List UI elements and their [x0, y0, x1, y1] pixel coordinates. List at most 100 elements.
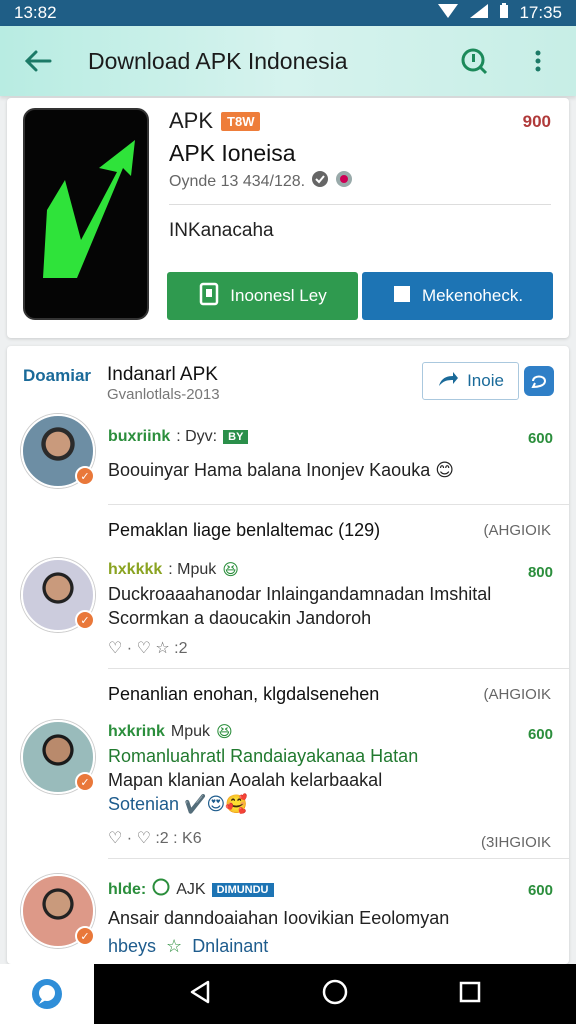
- divider: [108, 858, 569, 859]
- app-name-row: APK T8W: [169, 108, 261, 134]
- review-score: 600: [527, 430, 553, 447]
- divider: [108, 668, 569, 669]
- star-icon: ☆: [166, 936, 183, 956]
- grin-emoji-icon: 😆: [216, 724, 233, 741]
- avatar[interactable]: ✓: [21, 874, 95, 948]
- review-text-line2: Mapan klanian Aoalah kelarbaakal: [108, 770, 383, 790]
- divider: [108, 504, 569, 505]
- review-stars-rest: : Mpuk: [168, 561, 217, 578]
- signal-icon: [469, 3, 489, 24]
- nav-recents-icon[interactable]: [459, 981, 481, 1008]
- review-badge: BY: [223, 430, 249, 444]
- chat-share-icon[interactable]: [524, 366, 554, 396]
- review-text-line2-body: hbeys: [108, 936, 157, 956]
- review-actions[interactable]: ♡ · ♡ ☆ :2: [108, 638, 187, 658]
- search-icon[interactable]: [454, 41, 494, 81]
- install-button[interactable]: Inoonesl Ley: [167, 272, 358, 320]
- grin-emoji-icon: 😆: [222, 562, 239, 579]
- review-text-line3: Sotenian ✔️😍🥰: [108, 792, 549, 816]
- review-text-line1: Romanluahratl Randaiayakanaa Hatan: [108, 746, 419, 766]
- review-date: (AHGIOIK: [483, 686, 551, 703]
- checkbox-icon: [392, 284, 412, 309]
- reviews-subtitle: Gvanlotlals-2013: [107, 386, 220, 403]
- review-date: (AHGIOIK: [483, 522, 551, 539]
- nav-home-icon[interactable]: [322, 979, 348, 1010]
- secondary-button[interactable]: Mekenoheck.: [362, 272, 553, 320]
- chat-fab[interactable]: [0, 964, 94, 1024]
- verified-check-icon: ✓: [75, 466, 95, 486]
- verified-check-icon: ✓: [75, 926, 95, 946]
- download-icon: [198, 282, 220, 311]
- invite-button[interactable]: Inoie: [422, 362, 519, 400]
- app-logo-icon: [43, 140, 135, 278]
- more-vert-icon[interactable]: [518, 41, 558, 81]
- app-count: 900: [522, 112, 551, 131]
- review-badge: DIMUNDU: [211, 882, 274, 897]
- review-text: Boouinyar Hama balana Inonjev Kaouka 😊: [108, 458, 549, 482]
- reviews-card: Doamiar Indanarl APK Gvanlotlals-2013 In…: [7, 346, 569, 964]
- review-score: 600: [527, 726, 553, 743]
- avatar[interactable]: ✓: [21, 558, 95, 632]
- verified-check-icon: ✓: [75, 610, 95, 630]
- back-arrow-icon[interactable]: [18, 41, 58, 81]
- app-short-name: APK: [169, 108, 214, 133]
- review-stars-rest: : Dyv:: [176, 428, 218, 445]
- app-meta-text: Oynde 13 434/128.: [169, 172, 306, 190]
- navigation-bar: [0, 964, 576, 1024]
- review-score: 600: [527, 882, 553, 899]
- secondary-label: Mekenoheck.: [421, 286, 524, 305]
- status-time-left: 13:82: [14, 3, 57, 22]
- avatar[interactable]: ✓: [21, 414, 95, 488]
- review-stars-text: hxkkkk: [108, 561, 163, 578]
- app-info-card: APK T8W 900 APK Ioneisa Oynde 13 434/128…: [7, 98, 569, 338]
- invite-label: Inoie: [467, 371, 504, 390]
- review-stars-rest: AJK: [176, 880, 206, 898]
- app-bar-title: Download APK Indonesia: [88, 47, 348, 74]
- verified-icon: [311, 170, 329, 193]
- review-stars: hxkrink Mpuk 😆: [108, 722, 233, 742]
- app-developer: INKanacaha: [169, 220, 274, 241]
- review-text-body: Boouinyar Hama balana Inonjev Kaouka: [108, 460, 431, 480]
- system-nav: [94, 964, 576, 1024]
- status-bar: 13:82 17:35: [0, 0, 576, 26]
- review-stars-rest: Mpuk: [170, 723, 211, 740]
- review-stars: hlde: AJK DIMUNDU: [108, 878, 274, 901]
- review-actions[interactable]: ♡ · ♡ :2 : K6: [108, 828, 202, 848]
- share-arrow-icon: [437, 370, 459, 393]
- emoji-icons: ✔️😍🥰: [184, 794, 248, 814]
- reviews-title: Indanarl APK: [107, 364, 218, 385]
- smile-emoji-icon: 😊: [435, 460, 454, 480]
- app-badge: T8W: [221, 111, 261, 131]
- review-headline: Penanlian enohan, klgdalsenehen: [108, 684, 380, 704]
- review-stars: buxriink : Dyv: BY: [108, 428, 249, 446]
- review-stars-text: hlde:: [108, 880, 147, 898]
- review-text-line2: hbeys ☆ Dnlainant: [108, 934, 549, 958]
- reviews-section-label: Doamiar: [23, 366, 92, 385]
- divider: [169, 204, 551, 205]
- app-phone-image: [23, 108, 149, 320]
- review-text-line1: Duckroaaahanodar Inlaingandamnadan Imshi…: [108, 584, 492, 604]
- review-stars-text: hxkrink: [108, 723, 165, 740]
- app-meta: Oynde 13 434/128.: [169, 170, 353, 193]
- review-text-line3-body: Sotenian: [108, 794, 180, 814]
- review-score: 800: [527, 564, 553, 581]
- globe-icon: [335, 170, 353, 193]
- avatar[interactable]: ✓: [21, 720, 95, 794]
- battery-icon: [499, 2, 509, 24]
- install-label: Inoonesl Ley: [230, 286, 327, 305]
- review-date-secondary: (3IHGIOIK: [480, 834, 551, 851]
- verified-check-icon: ✓: [75, 772, 95, 792]
- review-headline: Pemaklan liage benlaltemac (129): [108, 520, 381, 540]
- review-text-line3: Dnlainant: [192, 936, 269, 956]
- review-text-line1: Ansair danndoaiahan Ioovikian Eeolomyan: [108, 908, 450, 928]
- status-time-right: 17:35: [519, 3, 562, 22]
- wifi-icon: [437, 3, 459, 24]
- review-stars: hxkkkk : Mpuk 😆: [108, 560, 239, 580]
- chat-bubble-icon: [32, 979, 62, 1009]
- review-stars-text: buxriink: [108, 428, 171, 445]
- app-title: APK Ioneisa: [169, 140, 296, 166]
- whatsapp-icon: [152, 878, 170, 901]
- app-bar: Download APK Indonesia: [0, 26, 576, 96]
- review-text-line2: Scormkan a daoucakin Jandoroh: [108, 608, 372, 628]
- nav-back-icon[interactable]: [189, 980, 211, 1009]
